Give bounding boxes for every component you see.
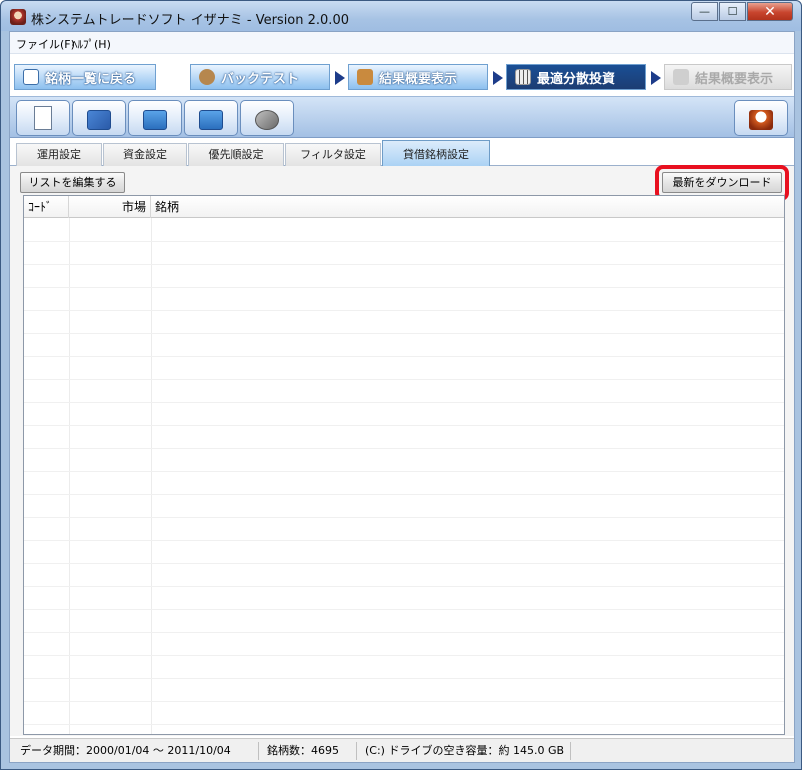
client-area: ファイル(F) ﾍﾙﾌﾟ(H) 銘柄一覧に戻る バックテスト 結果概要表示 最適… [9,31,795,763]
tab-operation-settings[interactable]: 運用設定 [16,143,102,166]
calendar-button[interactable] [72,100,126,136]
nav-tab-result-summary[interactable]: 結果概要表示 [348,64,488,90]
nav-tab-label: 結果概要表示 [379,71,458,87]
column-header-code[interactable]: ｺｰﾄﾞ [24,196,69,218]
tab-margin-stock-settings[interactable]: 貸借銘柄設定 [382,140,490,167]
new-file-icon [34,106,52,130]
row-divider [24,517,784,518]
workflow-nav: 銘柄一覧に戻る バックテスト 結果概要表示 最適分散投資 結果概要表示 [10,56,794,94]
tools-icon [255,110,279,130]
nav-tab-label: 最適分散投資 [537,71,616,87]
import-button[interactable] [184,100,238,136]
tools-button[interactable] [240,100,294,136]
row-divider [24,448,784,449]
calendar-icon [87,110,111,130]
row-divider [24,586,784,587]
row-divider [24,724,784,725]
stock-list-grid[interactable]: ｺｰﾄﾞ 市場 銘柄 [23,195,785,735]
row-divider [24,356,784,357]
row-divider [24,241,784,242]
nav-tab-label: 銘柄一覧に戻る [45,71,137,87]
app-logo-icon [10,9,26,25]
row-divider [24,379,784,380]
status-disk-space: (C:) ドライブの空き容量：約 145.0 GB [356,742,564,760]
window-title: 株システムトレードソフト イザナミ - Version 2.0.00 [31,13,349,28]
edit-list-button[interactable]: リストを編集する [20,172,125,193]
export-button[interactable] [128,100,182,136]
eye-icon [23,69,39,85]
character-icon [749,110,773,130]
grid-header: ｺｰﾄﾞ 市場 銘柄 [24,196,784,218]
import-icon [199,110,223,130]
row-divider [24,494,784,495]
nav-tab-optimal-diversification[interactable]: 最適分散投資 [506,64,646,90]
column-header-market[interactable]: 市場 [69,196,151,218]
arrow-right-icon [493,71,503,85]
window-controls: — ☐ ✕ [690,2,793,21]
character-button[interactable] [734,100,788,136]
nav-tab-result-summary-2[interactable]: 結果概要表示 [664,64,792,90]
grid-body[interactable] [24,218,784,734]
status-bar: データ期間：2000/01/04 〜 2011/10/04 銘柄数：4695 (… [10,738,794,762]
row-divider [24,425,784,426]
chart-icon [673,69,689,85]
menu-bar: ファイル(F) ﾍﾙﾌﾟ(H) [10,32,794,54]
tab-filter-settings[interactable]: フィルタ設定 [285,143,381,166]
minimize-button[interactable]: — [691,2,718,21]
row-divider [24,287,784,288]
menu-help[interactable]: ﾍﾙﾌﾟ(H) [72,36,111,52]
row-divider [24,632,784,633]
column-header-name[interactable]: 銘柄 [151,196,784,218]
row-divider [24,655,784,656]
arrow-right-icon [651,71,661,85]
title-bar[interactable]: 株システムトレードソフト イザナミ - Version 2.0.00 — ☐ ✕ [1,1,801,31]
backtest-icon [199,69,215,85]
nav-tab-back-to-list[interactable]: 銘柄一覧に戻る [14,64,156,90]
row-divider [24,402,784,403]
settings-tabs: 運用設定 資金設定 優先順設定 フィルタ設定 貸借銘柄設定 [10,139,794,167]
download-latest-button[interactable]: 最新をダウンロード [662,172,782,193]
status-empty [570,742,579,760]
nav-tab-label: 結果概要表示 [695,71,774,87]
row-divider [24,310,784,311]
export-icon [143,110,167,130]
status-data-period: データ期間：2000/01/04 〜 2011/10/04 [20,744,231,757]
row-divider [24,471,784,472]
new-file-button[interactable] [16,100,70,136]
row-divider [24,701,784,702]
tab-priority-settings[interactable]: 優先順設定 [188,143,284,166]
maximize-button[interactable]: ☐ [719,2,746,21]
row-divider [24,678,784,679]
menu-file[interactable]: ファイル(F) [16,36,75,52]
tab-capital-settings[interactable]: 資金設定 [103,143,187,166]
row-divider [24,563,784,564]
nav-tab-backtest[interactable]: バックテスト [190,64,330,90]
column-divider [151,218,152,734]
app-window: 株システムトレードソフト イザナミ - Version 2.0.00 — ☐ ✕… [0,0,802,770]
close-button[interactable]: ✕ [747,2,793,21]
toolbar [10,96,794,138]
arrow-right-icon [335,71,345,85]
status-stock-count: 銘柄数：4695 [258,742,339,760]
row-divider [24,540,784,541]
calculator-icon [515,69,531,85]
row-divider [24,609,784,610]
row-divider [24,264,784,265]
result-icon [357,69,373,85]
row-divider [24,333,784,334]
column-divider [69,218,70,734]
nav-tab-label: バックテスト [221,71,300,87]
